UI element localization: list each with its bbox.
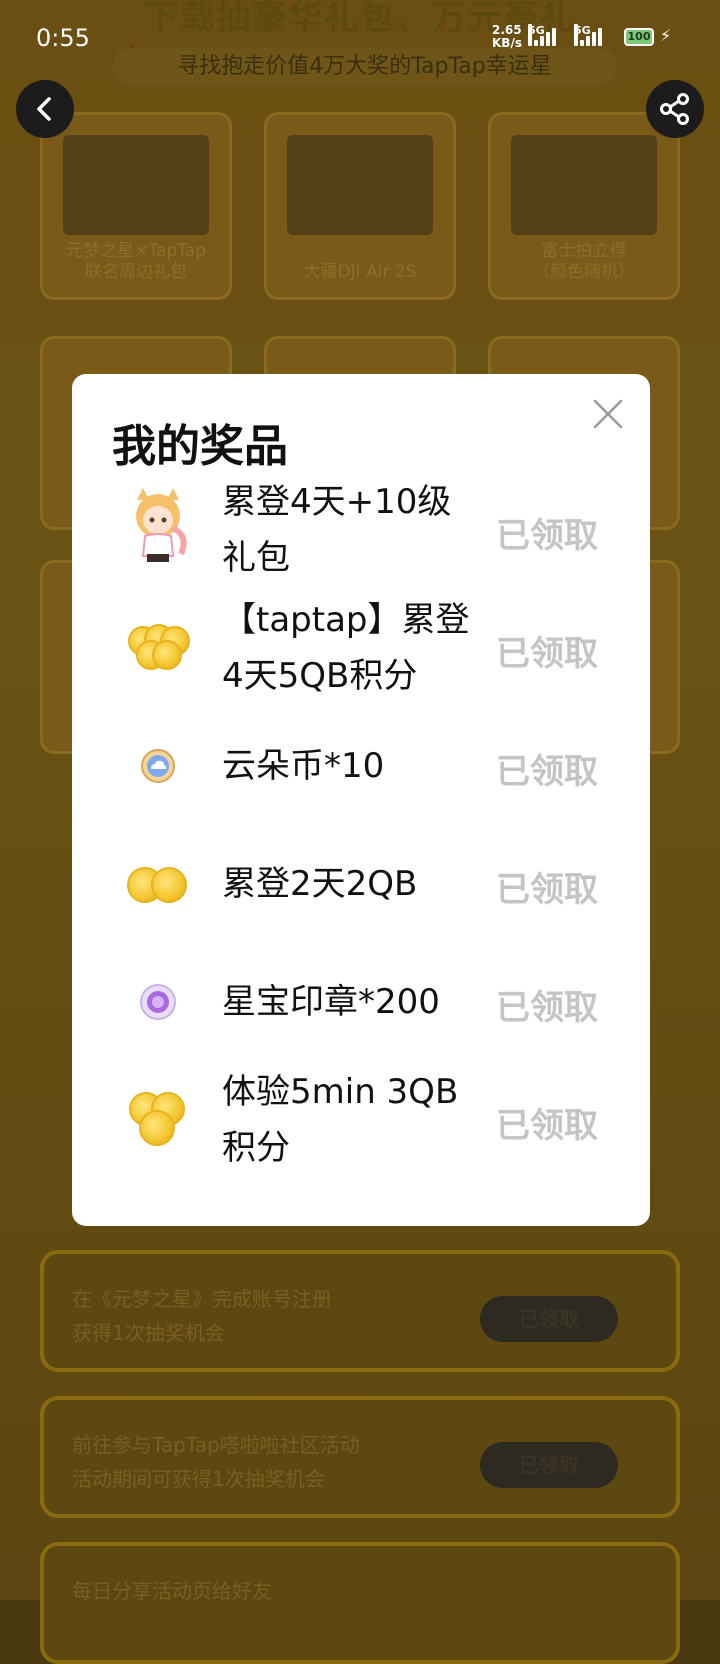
prize-card-drone[interactable]: 大疆DJI Air 2S bbox=[264, 112, 456, 300]
task-text: 每日分享活动页给好友 bbox=[72, 1579, 272, 1603]
prize-row: 体验5min 3QB积分 已领取 bbox=[72, 1060, 650, 1180]
prize-row: 星宝印章*200 已领取 bbox=[72, 942, 650, 1062]
task-text: 前往参与TapTap嗒啦啦社区活动 活动期间可获得1次抽奖机会 bbox=[72, 1433, 360, 1491]
drone-image bbox=[287, 135, 433, 235]
cloud-coin-icon bbox=[122, 730, 194, 802]
status-bar: 0:55 2.65 KB/s 5G 5G 100 ⚡ bbox=[0, 0, 720, 76]
clock: 0:55 bbox=[36, 24, 90, 52]
signal-icon: 5G bbox=[528, 24, 558, 46]
prize-row: 累登4天+10级礼包 已领取 bbox=[72, 470, 650, 590]
prize-name: 星宝印章*200 bbox=[222, 982, 440, 1022]
claimed-status: 已领取 bbox=[496, 1106, 598, 1146]
claimed-status: 已领取 bbox=[496, 634, 598, 674]
task-community: 前往参与TapTap嗒啦啦社区活动 活动期间可获得1次抽奖机会 已领取 bbox=[40, 1396, 680, 1518]
prize-name: 【taptap】累登4天5QB积分 bbox=[222, 600, 470, 696]
gift-box-image bbox=[63, 135, 209, 235]
task-share: 每日分享活动页给好友 bbox=[40, 1542, 680, 1664]
star-seal-icon bbox=[122, 966, 194, 1038]
task-text: 在《元梦之星》完成账号注册 获得1次抽奖机会 bbox=[72, 1287, 332, 1345]
prize-name: 累登2天2QB bbox=[222, 864, 418, 904]
dialog-title: 我的奖品 bbox=[112, 421, 288, 472]
coins-stack-icon bbox=[122, 612, 194, 684]
charging-icon: ⚡ bbox=[660, 26, 672, 45]
network-speed-unit: KB/s bbox=[492, 36, 522, 50]
back-button[interactable] bbox=[16, 80, 74, 138]
two-coins-icon bbox=[122, 848, 194, 920]
share-icon bbox=[660, 93, 689, 125]
prize-row: 【taptap】累登4天5QB积分 已领取 bbox=[72, 588, 650, 708]
network-type-label: 5G bbox=[528, 24, 545, 46]
task-register: 在《元梦之星》完成账号注册 获得1次抽奖机会 已领取 bbox=[40, 1250, 680, 1372]
three-coins-icon bbox=[122, 1084, 194, 1156]
prize-name: 累登4天+10级礼包 bbox=[222, 482, 452, 578]
signal-icon: 5G bbox=[574, 24, 604, 46]
prize-name: 体验5min 3QB积分 bbox=[222, 1072, 459, 1168]
close-icon bbox=[593, 399, 623, 429]
my-prizes-dialog: 我的奖品 累登4天+10级礼包 已领取 【taptap】累登4天5QB积分 已领… bbox=[72, 374, 650, 1226]
prize-card-caption: 大疆DJI Air 2S bbox=[303, 262, 417, 282]
claimed-status: 已领取 bbox=[496, 870, 598, 910]
claimed-status: 已领取 bbox=[496, 988, 598, 1028]
chevron-left-icon bbox=[37, 97, 51, 121]
prize-row: 云朵币*10 已领取 bbox=[72, 706, 650, 826]
claimed-status: 已领取 bbox=[496, 752, 598, 792]
battery-icon: 100 bbox=[624, 28, 654, 46]
prize-card-caption: 元梦之星×TapTap 联名周边礼包 bbox=[66, 241, 206, 282]
claimed-button[interactable]: 已领取 bbox=[480, 1442, 618, 1488]
claimed-button[interactable]: 已领取 bbox=[480, 1296, 618, 1342]
prize-name: 云朵币*10 bbox=[222, 746, 385, 786]
character-icon bbox=[122, 488, 194, 566]
prize-card-camera[interactable]: 富士拍立得 （颜色随机） bbox=[488, 112, 680, 300]
network-type-label: 5G bbox=[574, 24, 591, 46]
instant-camera-image bbox=[511, 135, 657, 235]
network-speed: 2.65 KB/s bbox=[492, 24, 522, 50]
close-button[interactable] bbox=[592, 398, 624, 430]
share-button[interactable] bbox=[646, 80, 704, 138]
prize-row: 累登2天2QB 已领取 bbox=[72, 824, 650, 944]
claimed-status: 已领取 bbox=[496, 516, 598, 556]
prize-card-gift-pack[interactable]: 元梦之星×TapTap 联名周边礼包 bbox=[40, 112, 232, 300]
prize-card-caption: 富士拍立得 （颜色随机） bbox=[533, 241, 635, 282]
